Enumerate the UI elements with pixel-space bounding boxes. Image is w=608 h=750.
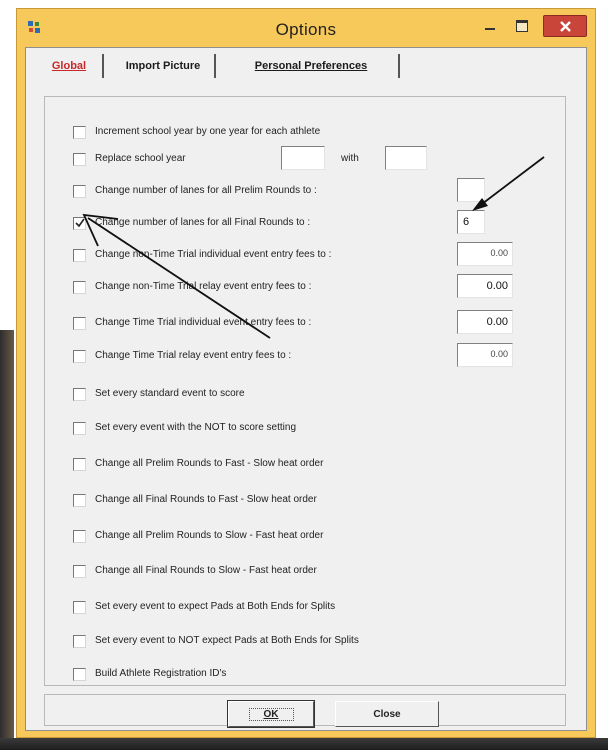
arrow-to-final-lanes-checkbox <box>87 217 271 339</box>
arrow-head-icon <box>472 198 488 211</box>
annotation-arrows <box>82 156 545 339</box>
arrow-to-final-lanes-field <box>477 156 545 208</box>
